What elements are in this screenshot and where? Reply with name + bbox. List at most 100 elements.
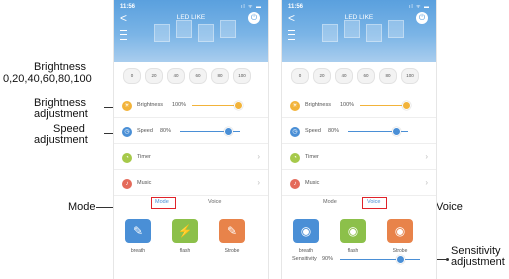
voice-tile-breath[interactable]: ◉	[293, 219, 319, 243]
brightness-slider-track[interactable]	[192, 105, 238, 106]
header-banner: 11:56 ıl ᯤ ▬ < LED LIKE ⏻	[282, 0, 436, 62]
mode-voice-tabs: Mode Voice	[114, 199, 268, 211]
menu-icon[interactable]	[288, 30, 295, 40]
voice-tile-flash[interactable]: ◉	[340, 219, 366, 243]
page-title: LED LIKE	[176, 14, 206, 21]
callout-sensitivity-dot	[446, 258, 449, 261]
mode-voice-tabs: Mode Voice	[282, 199, 436, 211]
tab-voice[interactable]: Voice	[208, 199, 221, 205]
brightness-preset-60[interactable]: 60	[357, 68, 375, 84]
callout-sensitivity-line2: adjustment	[451, 256, 505, 268]
speaker-icon: ◉	[347, 224, 359, 238]
music-row[interactable]: ♪ Music ›	[282, 173, 436, 196]
speed-label: Speed	[137, 128, 153, 134]
brightness-preset-60[interactable]: 60	[189, 68, 207, 84]
power-icon[interactable]: ⏻	[248, 12, 260, 24]
sensitivity-slider-knob[interactable]	[396, 255, 405, 264]
music-icon: ♪	[290, 179, 300, 189]
music-icon: ♪	[122, 179, 132, 189]
timer-row[interactable]: ◔ Timer ›	[114, 147, 268, 170]
chevron-right-icon: ›	[257, 152, 260, 161]
voice-tile-flash-label: flash	[347, 248, 359, 254]
callout-speed-adjustment-line2: adjustment	[34, 134, 88, 146]
chevron-right-icon: ›	[425, 152, 428, 161]
speed-icon: ◷	[122, 127, 132, 137]
brightness-icon: ☀	[122, 101, 132, 111]
status-time: 11:56	[288, 4, 304, 10]
brightness-preset-0[interactable]: 0	[291, 68, 309, 84]
music-row[interactable]: ♪ Music ›	[114, 173, 268, 196]
brightness-slider-knob[interactable]	[402, 101, 411, 110]
speaker-icon: ◉	[300, 224, 312, 238]
sensitivity-label: Sensitivity	[292, 256, 317, 262]
brightness-preset-20[interactable]: 20	[313, 68, 331, 84]
brightness-icon: ☀	[290, 101, 300, 111]
status-time: 11:56	[120, 4, 136, 10]
speed-label: Speed	[305, 128, 321, 134]
status-signal-icon: ıl ᯤ ▬	[409, 4, 430, 10]
brightness-preset-100[interactable]: 100	[233, 68, 251, 84]
speed-slider-knob[interactable]	[392, 127, 401, 136]
brightness-label: Brightness	[137, 102, 163, 108]
tab-mode[interactable]: Mode	[323, 199, 337, 205]
brightness-presets: 0 20 40 60 80 100	[114, 68, 268, 84]
voice-tile-strobe-label: Strobe	[392, 248, 408, 254]
speed-row: ◷ Speed 80%	[114, 121, 268, 144]
brightness-label: Brightness	[305, 102, 331, 108]
brightness-preset-0[interactable]: 0	[123, 68, 141, 84]
sensitivity-slider-track[interactable]	[340, 259, 420, 260]
timer-label: Timer	[305, 154, 319, 160]
speed-value: 80%	[328, 128, 340, 134]
callout-brightness-title: Brightness	[34, 61, 86, 73]
chevron-right-icon: ›	[257, 178, 260, 187]
brightness-preset-20[interactable]: 20	[145, 68, 163, 84]
mode-tab-highlight	[151, 197, 176, 209]
flash-icon: ⚡	[177, 224, 193, 238]
mode-tile-strobe-label: Strobe	[224, 248, 240, 254]
mode-tile-flash-label: flash	[179, 248, 191, 254]
speaker-icon: ◉	[394, 224, 406, 238]
brightness-row: ☀ Brightness 100%	[114, 95, 268, 118]
status-signal-icon: ıl ᯤ ▬	[241, 4, 262, 10]
brightness-preset-40[interactable]: 40	[167, 68, 185, 84]
brightness-value: 100%	[172, 102, 187, 108]
phone-screen-voice: 11:56 ıl ᯤ ▬ < LED LIKE ⏻ 0 20 40 60 80 …	[281, 0, 437, 279]
speed-slider-knob[interactable]	[224, 127, 233, 136]
brightness-preset-40[interactable]: 40	[335, 68, 353, 84]
brightness-slider-track[interactable]	[360, 105, 406, 106]
timer-row[interactable]: ◔ Timer ›	[282, 147, 436, 170]
voice-tab-highlight	[362, 197, 387, 209]
voice-tile-breath-label: breath	[298, 248, 314, 254]
brightness-preset-80[interactable]: 80	[211, 68, 229, 84]
brightness-presets: 0 20 40 60 80 100	[282, 68, 436, 84]
mode-tile-breath-label: breath	[130, 248, 146, 254]
menu-icon[interactable]	[120, 30, 127, 40]
chevron-right-icon: ›	[425, 178, 428, 187]
power-icon[interactable]: ⏻	[416, 12, 428, 24]
mode-tile-strobe[interactable]: ✎	[219, 219, 245, 243]
brightness-row: ☀ Brightness 100%	[282, 95, 436, 118]
timer-label: Timer	[137, 154, 151, 160]
timer-icon: ◔	[122, 153, 132, 163]
speed-row: ◷ Speed 80%	[282, 121, 436, 144]
callout-brightness-values: 0,20,40,60,80,100	[3, 73, 92, 85]
mode-tile-flash[interactable]: ⚡	[172, 219, 198, 243]
strobe-icon: ✎	[226, 224, 238, 238]
callout-brightness-adjustment-line2: adjustment	[34, 108, 88, 120]
music-label: Music	[137, 180, 152, 186]
timer-icon: ◔	[290, 153, 300, 163]
brightness-value: 100%	[340, 102, 355, 108]
brightness-preset-80[interactable]: 80	[379, 68, 397, 84]
header-banner: 11:56 ıl ᯤ ▬ < LED LIKE ⏻	[114, 0, 268, 62]
brightness-slider-knob[interactable]	[234, 101, 243, 110]
breath-icon: ✎	[132, 224, 144, 238]
page-title: LED LIKE	[344, 14, 374, 21]
voice-tile-strobe[interactable]: ◉	[387, 219, 413, 243]
phone-screen-mode: 11:56 ıl ᯤ ▬ < LED LIKE ⏻ 0 20 40 60 80 …	[113, 0, 269, 279]
speed-value: 80%	[160, 128, 172, 134]
brightness-preset-100[interactable]: 100	[401, 68, 419, 84]
mode-tile-breath[interactable]: ✎	[125, 219, 151, 243]
sensitivity-value: 90%	[322, 256, 334, 262]
callout-voice: Voice	[436, 201, 463, 213]
callout-mode: Mode	[68, 201, 96, 213]
